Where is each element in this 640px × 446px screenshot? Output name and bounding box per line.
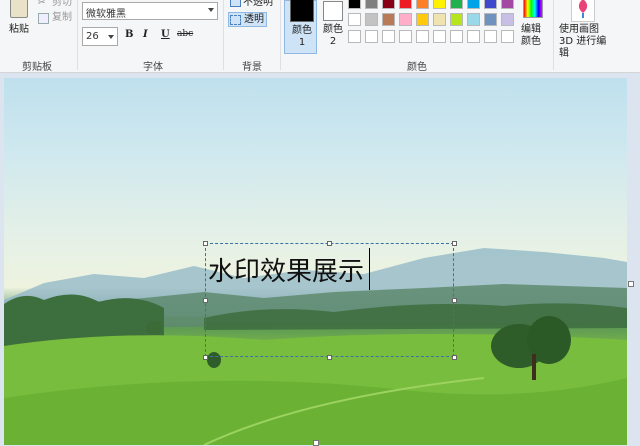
- palette-swatch[interactable]: [399, 30, 412, 43]
- palette-swatch[interactable]: [484, 13, 497, 26]
- color2-label: 颜色 2: [323, 24, 343, 47]
- palette-swatch[interactable]: [433, 30, 446, 43]
- edit-colors-button[interactable]: 编辑颜色: [521, 24, 545, 48]
- palette-swatch[interactable]: [433, 0, 446, 9]
- palette-swatch[interactable]: [382, 30, 395, 43]
- underline-button[interactable]: U: [161, 29, 170, 40]
- palette-swatch[interactable]: [450, 13, 463, 26]
- palette-swatch[interactable]: [348, 30, 361, 43]
- palette-swatch[interactable]: [416, 13, 429, 26]
- palette-swatch[interactable]: [365, 0, 378, 9]
- palette-swatch[interactable]: [416, 0, 429, 9]
- resize-handle[interactable]: [452, 298, 457, 303]
- font-family-select[interactable]: 微软雅黑: [82, 2, 218, 20]
- palette-swatch[interactable]: [450, 0, 463, 9]
- ribbon: 粘贴 ✂ 剪切 复制 剪贴板 微软雅黑 26 B I U abc 字体 不透明 …: [0, 0, 640, 73]
- bold-button[interactable]: B: [125, 29, 133, 40]
- palette-swatch[interactable]: [467, 13, 480, 26]
- palette-swatch[interactable]: [450, 30, 463, 43]
- opaque-icon: [230, 0, 241, 7]
- palette-swatch[interactable]: [348, 13, 361, 26]
- color2-swatch: [323, 1, 343, 21]
- colors-group-label: 颜色: [407, 62, 427, 73]
- copy-icon[interactable]: [38, 13, 49, 24]
- color1-button[interactable]: 颜色 1: [284, 0, 317, 54]
- chevron-down-icon: [108, 35, 114, 39]
- strikethrough-button[interactable]: abc: [177, 29, 193, 39]
- transparent-label: 透明: [244, 14, 264, 25]
- paint3d-button[interactable]: 使用画图 3D 进行编辑: [559, 24, 607, 60]
- palette-swatch[interactable]: [484, 30, 497, 43]
- palette-swatch[interactable]: [501, 13, 514, 26]
- canvas-resize-handle-bottom[interactable]: [313, 440, 319, 446]
- edit-colors-icon[interactable]: [523, 0, 543, 18]
- font-group-label: 字体: [143, 62, 163, 73]
- transparent-option[interactable]: 透明: [228, 12, 267, 27]
- palette-swatch[interactable]: [416, 30, 429, 43]
- cut-button[interactable]: 剪切: [52, 0, 72, 9]
- palette-swatch[interactable]: [484, 0, 497, 9]
- resize-handle[interactable]: [203, 355, 208, 360]
- canvas-resize-handle-right[interactable]: [628, 281, 634, 287]
- resize-handle[interactable]: [327, 355, 332, 360]
- palette-swatch[interactable]: [365, 30, 378, 43]
- font-size-value: 26: [86, 31, 99, 42]
- palette-swatch[interactable]: [467, 0, 480, 9]
- background-group-label: 背景: [242, 62, 262, 73]
- italic-button[interactable]: I: [143, 29, 148, 40]
- resize-handle[interactable]: [452, 241, 457, 246]
- paste-icon[interactable]: [10, 0, 28, 18]
- clipboard-group-label: 剪贴板: [22, 62, 52, 73]
- resize-handle[interactable]: [327, 241, 332, 246]
- palette-swatch[interactable]: [382, 13, 395, 26]
- palette-swatch[interactable]: [348, 0, 361, 9]
- watermark-text[interactable]: 水印效果展示: [208, 251, 364, 288]
- palette-swatch[interactable]: [501, 30, 514, 43]
- cut-icon[interactable]: ✂: [38, 0, 48, 8]
- palette-swatch[interactable]: [467, 30, 480, 43]
- font-size-select[interactable]: 26: [82, 27, 118, 46]
- copy-button[interactable]: 复制: [52, 12, 72, 24]
- palette-swatch[interactable]: [399, 13, 412, 26]
- color1-swatch: [290, 0, 314, 22]
- paste-button[interactable]: 粘贴: [9, 24, 29, 36]
- palette-swatch[interactable]: [365, 13, 378, 26]
- chevron-down-icon: [208, 8, 214, 12]
- resize-handle[interactable]: [203, 298, 208, 303]
- transparent-icon: [230, 15, 241, 25]
- font-family-value: 微软雅黑: [86, 9, 126, 20]
- resize-handle[interactable]: [203, 241, 208, 246]
- palette-swatch[interactable]: [399, 0, 412, 9]
- opaque-option[interactable]: 不透明: [243, 0, 273, 9]
- resize-handle[interactable]: [452, 355, 457, 360]
- color1-label: 颜色 1: [292, 25, 312, 48]
- palette-swatch[interactable]: [433, 13, 446, 26]
- palette-swatch[interactable]: [501, 0, 514, 9]
- text-caret: [369, 248, 370, 290]
- paint3d-icon[interactable]: [571, 0, 595, 22]
- palette-swatch[interactable]: [382, 0, 395, 9]
